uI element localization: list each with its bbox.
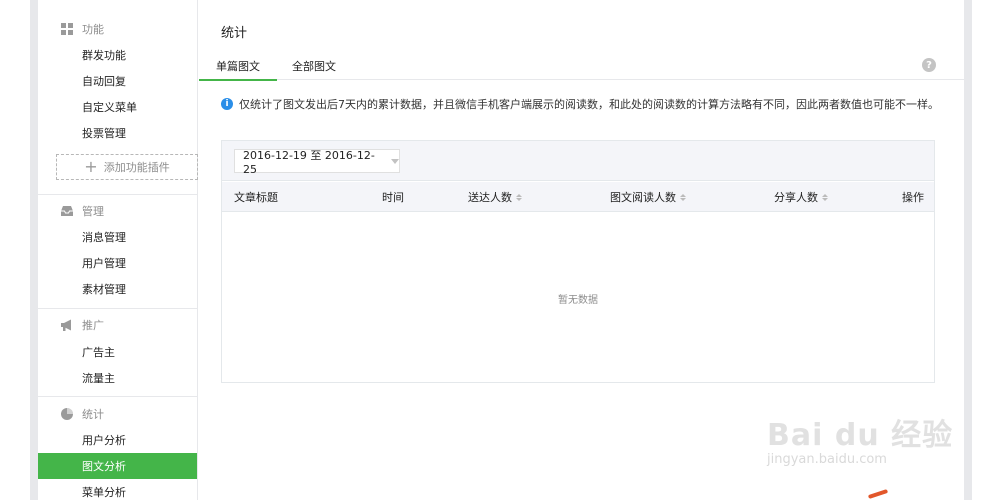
section-title: 统计: [82, 408, 104, 421]
sidebar-item-message-manage[interactable]: 消息管理: [38, 224, 197, 250]
sidebar-item-article-analysis[interactable]: 图文分析: [38, 453, 197, 479]
sidebar: 功能 群发功能 自动回复 自定义菜单 投票管理 + 添加功能插件 管理 消息管理…: [38, 0, 198, 500]
section-title: 推广: [82, 319, 104, 332]
column-header-delivered[interactable]: 送达人数: [468, 182, 522, 212]
column-header-shares[interactable]: 分享人数: [774, 182, 828, 212]
sidebar-item-publisher[interactable]: 流量主: [38, 365, 197, 391]
divider: [38, 396, 197, 397]
sidebar-item-advertiser[interactable]: 广告主: [38, 339, 197, 365]
empty-state-text: 暂无数据: [558, 295, 598, 306]
column-label: 操作: [902, 191, 924, 204]
inbox-icon: [61, 206, 73, 216]
sort-icon[interactable]: [680, 193, 686, 201]
tab-single-article[interactable]: 单篇图文: [199, 52, 277, 81]
sidebar-section-stats: 统计: [60, 404, 104, 424]
notice-text: 仅统计了图文发出后7天内的累计数据，并且微信手机客户端展示的阅读数，和此处的阅读…: [239, 98, 939, 111]
sort-icon[interactable]: [822, 193, 828, 201]
add-plugin-button[interactable]: + 添加功能插件: [56, 154, 198, 180]
sidebar-item-auto-reply[interactable]: 自动回复: [38, 68, 197, 94]
sidebar-item-mass-send[interactable]: 群发功能: [38, 42, 197, 68]
column-label: 图文阅读人数: [610, 191, 676, 204]
stats-panel: 2016-12-19 至 2016-12-25 文章标题 时间 送达人数 图文阅…: [221, 140, 935, 383]
chevron-down-icon: [391, 158, 399, 164]
watermark-brand: Bai du 经验: [767, 418, 954, 453]
info-icon: i: [221, 98, 233, 110]
column-label: 送达人数: [468, 191, 512, 204]
tab-all-articles[interactable]: 全部图文: [279, 52, 349, 80]
watermark-url: jingyan.baidu.com: [767, 452, 887, 467]
sidebar-item-material-manage[interactable]: 素材管理: [38, 276, 197, 302]
divider: [38, 194, 197, 195]
plus-icon: +: [84, 157, 98, 176]
divider: [38, 308, 197, 309]
column-label: 文章标题: [234, 191, 278, 204]
sidebar-section-manage: 管理: [60, 201, 104, 221]
column-label: 分享人数: [774, 191, 818, 204]
sidebar-item-custom-menu[interactable]: 自定义菜单: [38, 94, 197, 120]
sort-icon[interactable]: [516, 193, 522, 201]
sidebar-item-vote-manage[interactable]: 投票管理: [38, 120, 197, 146]
table-header: 文章标题 时间 送达人数 图文阅读人数 分享人数 操作: [222, 182, 934, 212]
sidebar-item-user-manage[interactable]: 用户管理: [38, 250, 197, 276]
page-title: 统计: [221, 26, 248, 41]
megaphone-icon: [61, 319, 71, 331]
sidebar-section-features: 功能: [60, 19, 104, 39]
tab-bar: 单篇图文 全部图文: [199, 52, 964, 81]
column-header-time: 时间: [382, 182, 404, 212]
grid-icon: [61, 23, 73, 35]
date-range-value: 2016-12-19 至 2016-12-25: [243, 148, 375, 176]
date-range-select[interactable]: 2016-12-19 至 2016-12-25: [234, 148, 400, 176]
section-title: 功能: [82, 23, 104, 36]
add-plugin-label: 添加功能插件: [103, 161, 170, 174]
watermark: Bai du 经验 jingyan.baidu.com: [765, 392, 965, 482]
section-title: 管理: [82, 205, 104, 218]
column-header-title: 文章标题: [234, 182, 278, 212]
notice-banner: i 仅统计了图文发出后7天内的累计数据，并且微信手机客户端展示的阅读数，和此处的…: [221, 96, 939, 112]
help-icon[interactable]: ?: [922, 58, 936, 72]
column-header-actions: 操作: [902, 182, 924, 212]
column-label: 时间: [382, 191, 404, 204]
sidebar-item-menu-analysis[interactable]: 菜单分析: [38, 479, 197, 500]
sidebar-section-promote: 推广: [60, 315, 104, 335]
sidebar-item-user-analysis[interactable]: 用户分析: [38, 427, 197, 453]
filter-bar: 2016-12-19 至 2016-12-25: [222, 141, 934, 181]
column-header-readers[interactable]: 图文阅读人数: [610, 182, 686, 212]
pie-chart-icon: [61, 408, 73, 420]
